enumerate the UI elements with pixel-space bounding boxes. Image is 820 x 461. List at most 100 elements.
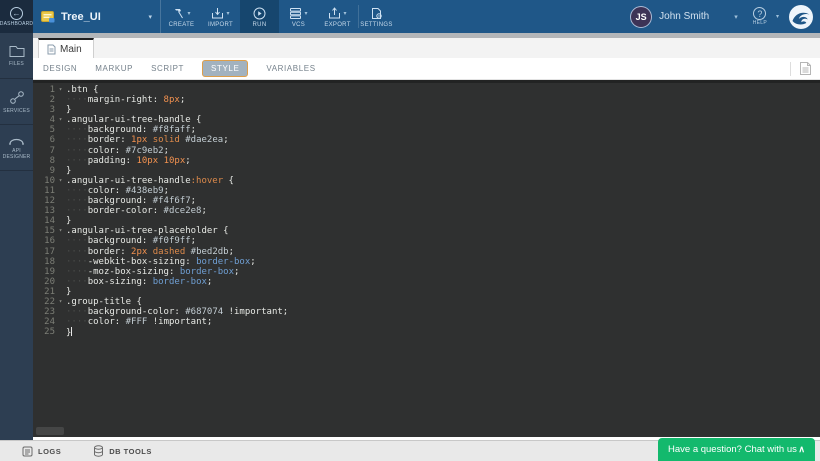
code-text: } — [66, 216, 71, 226]
chevron-down-icon[interactable]: ▾ — [776, 13, 779, 20]
chevron-down-icon: ▾ — [187, 10, 190, 17]
code-line[interactable]: 9} — [33, 166, 820, 176]
code-line[interactable]: 8 ····padding: 10px 10px; — [33, 156, 820, 166]
dashboard-button[interactable]: ← DASHBOARD — [0, 0, 33, 33]
run-button[interactable]: RUN — [240, 0, 279, 33]
user-name[interactable]: John Smith — [659, 11, 709, 22]
db-tools-label: DB TOOLS — [109, 447, 152, 456]
code-line[interactable]: 20····box-sizing: border-box; — [33, 277, 820, 287]
tab-main-page[interactable]: Main — [38, 38, 94, 58]
artifact-tab-bar: DESIGN MARKUP SCRIPT STYLE VARIABLES — [33, 58, 820, 80]
tab-markup[interactable]: MARKUP — [95, 64, 133, 73]
avatar[interactable]: JS — [630, 6, 652, 28]
text-cursor — [71, 327, 72, 336]
line-number: 25 — [33, 327, 55, 337]
code-line[interactable]: 22▾.group-title { — [33, 297, 820, 307]
code-text: ····padding: 10px 10px; — [66, 156, 191, 166]
line-number: 14 — [33, 216, 55, 226]
line-number: 4 — [33, 115, 55, 125]
tab-design[interactable]: DESIGN — [43, 64, 77, 73]
code-line[interactable]: 18····-webkit-box-sizing: border-box; — [33, 257, 820, 267]
fold-toggle-icon[interactable]: ▾ — [55, 176, 66, 186]
fold-gutter — [55, 267, 66, 277]
line-number: 21 — [33, 287, 55, 297]
fold-gutter — [55, 196, 66, 206]
code-text: ····color: #438eb9; — [66, 186, 169, 196]
fold-toggle-icon[interactable]: ▾ — [55, 226, 66, 236]
file-preview-icon[interactable] — [799, 61, 812, 76]
fold-gutter — [55, 105, 66, 115]
database-icon — [93, 445, 104, 457]
code-line[interactable]: 19····-moz-box-sizing: border-box; — [33, 267, 820, 277]
tab-script[interactable]: SCRIPT — [151, 64, 184, 73]
settings-label: SETTINGS — [360, 22, 392, 28]
chat-label: Have a question? Chat with us — [668, 444, 798, 455]
line-number: 8 — [33, 156, 55, 166]
code-line[interactable]: 6····border: 1px solid #dae2ea; — [33, 135, 820, 145]
tab-style[interactable]: STYLE — [202, 60, 248, 77]
code-line[interactable]: 1▾.btn { — [33, 85, 820, 95]
settings-doc-gear-icon — [370, 7, 383, 20]
fold-toggle-icon[interactable]: ▾ — [55, 115, 66, 125]
css-code-editor[interactable]: 1▾.btn {2····margin-right: 8px;3}4▾.angu… — [33, 80, 820, 437]
question-mark-icon: ? — [753, 7, 766, 20]
export-button[interactable]: ▾ EXPORT — [318, 0, 357, 33]
help-button[interactable]: ? HELP — [753, 7, 767, 26]
top-bar: ← DASHBOARD Tree_UI ▾ ▾ CREATE — [0, 0, 820, 33]
create-label: CREATE — [169, 22, 195, 28]
hammer-icon — [172, 7, 185, 20]
sidebar-item-api-designer[interactable]: API DESIGNER — [0, 125, 33, 171]
code-line[interactable]: 4▾.angular-ui-tree-handle { — [33, 115, 820, 125]
code-line[interactable]: 3} — [33, 105, 820, 115]
vcs-button[interactable]: ▾ VCS — [279, 0, 318, 33]
import-label: IMPORT — [208, 22, 233, 28]
code-line[interactable]: 2····margin-right: 8px; — [33, 95, 820, 105]
horizontal-scrollbar[interactable] — [36, 427, 64, 435]
code-line[interactable]: 11····color: #438eb9; — [33, 186, 820, 196]
settings-button[interactable]: SETTINGS — [357, 0, 396, 33]
code-line[interactable]: 14} — [33, 216, 820, 226]
logs-button[interactable]: LOGS — [22, 446, 61, 457]
fold-toggle-icon[interactable]: ▾ — [55, 85, 66, 95]
export-tray-icon — [328, 7, 341, 20]
code-line[interactable]: 5····background: #f8faff; — [33, 125, 820, 135]
sidebar-item-services[interactable]: SERVICES — [0, 79, 33, 125]
wavemaker-logo-icon[interactable] — [788, 4, 814, 30]
create-button[interactable]: ▾ CREATE — [162, 0, 201, 33]
fold-gutter — [55, 287, 66, 297]
menu-divider — [358, 5, 359, 28]
code-line[interactable]: 15▾.angular-ui-tree-placeholder { — [33, 226, 820, 236]
code-line[interactable]: 25} — [33, 327, 820, 337]
line-number: 17 — [33, 247, 55, 257]
line-number: 23 — [33, 307, 55, 317]
project-name: Tree_UI — [61, 11, 101, 23]
import-button[interactable]: ▾ IMPORT — [201, 0, 240, 33]
fold-toggle-icon[interactable]: ▾ — [55, 297, 66, 307]
code-line[interactable]: 13····border-color: #dce2e8; — [33, 206, 820, 216]
sidebar-item-files[interactable]: FILES — [0, 33, 33, 79]
code-text: ····-webkit-box-sizing: border-box; — [66, 257, 256, 267]
chevron-down-icon: ▾ — [226, 10, 229, 17]
chevron-down-icon[interactable]: ▾ — [734, 13, 738, 21]
tab-variables[interactable]: VARIABLES — [266, 64, 315, 73]
db-tools-button[interactable]: DB TOOLS — [93, 445, 152, 457]
code-line[interactable]: 21} — [33, 287, 820, 297]
left-sidebar: FILES SERVICES API DESIGNER — [0, 33, 33, 440]
code-line[interactable]: 12····background: #f4f6f7; — [33, 196, 820, 206]
code-text: .btn { — [66, 85, 99, 95]
user-area: JS John Smith ▾ ? HELP ▾ — [630, 0, 820, 33]
project-selector[interactable]: Tree_UI ▾ — [33, 0, 161, 33]
chat-widget-button[interactable]: Have a question? Chat with us ∧ — [658, 438, 815, 461]
code-line[interactable]: 10▾.angular-ui-tree-handle:hover { — [33, 176, 820, 186]
fold-gutter — [55, 307, 66, 317]
api-designer-label: API DESIGNER — [0, 148, 33, 160]
code-line[interactable]: 24····color: #FFF !important; — [33, 317, 820, 327]
code-line[interactable]: 16····background: #f0f9ff; — [33, 236, 820, 246]
line-number: 12 — [33, 196, 55, 206]
code-line[interactable]: 23····background-color: #687074 !importa… — [33, 307, 820, 317]
code-line[interactable]: 7····color: #7c9eb2; — [33, 146, 820, 156]
folder-icon — [9, 45, 25, 58]
code-line[interactable]: 17····border: 2px dashed #bed2db; — [33, 247, 820, 257]
code-text: ····color: #FFF !important; — [66, 317, 212, 327]
run-label: RUN — [253, 22, 267, 28]
